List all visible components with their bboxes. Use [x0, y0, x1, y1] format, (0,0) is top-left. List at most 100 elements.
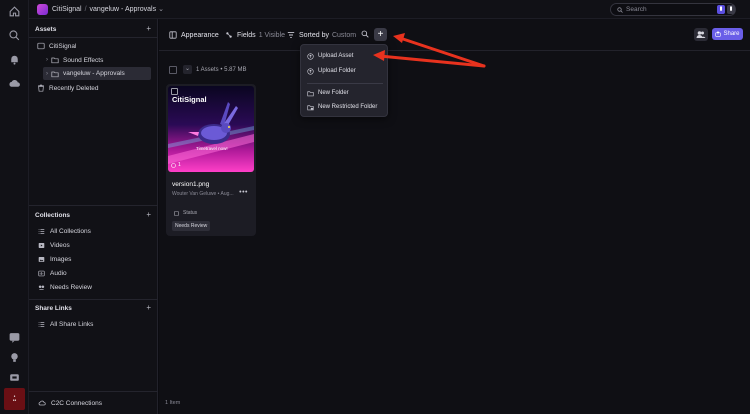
sort-button[interactable]: Sorted by Custom [287, 31, 356, 39]
asset-card[interactable]: CitiSignal Timetravel now! 1 version1.pn… [166, 84, 256, 236]
cloud-icon [38, 399, 46, 407]
search-placeholder: Search [626, 6, 647, 13]
asset-summary: 1 Assets • 5.87 MB [196, 66, 247, 73]
assets-heading: Assets [35, 26, 57, 33]
comment-count-value: 1 [178, 162, 181, 168]
c2c-connections[interactable]: C2C Connections [38, 399, 102, 407]
apps-icon[interactable] [8, 371, 21, 384]
status-label: Status [183, 210, 198, 216]
chevron-down-icon[interactable]: ⌄ [158, 6, 164, 13]
collection-item-needs-review[interactable]: Needs Review [38, 282, 92, 293]
asset-select-checkbox[interactable] [171, 88, 178, 95]
list-icon [38, 228, 45, 235]
breadcrumb-workspace[interactable]: CitiSignal [52, 6, 82, 13]
add-collection-icon[interactable]: + [146, 210, 151, 219]
more-options-icon[interactable]: ••• [239, 189, 248, 196]
collection-item-audio[interactable]: Audio [38, 268, 67, 279]
search-icon [617, 7, 623, 13]
comment-icon [171, 162, 176, 168]
tree-item-label: CitiSignal [49, 42, 77, 50]
appearance-label: Appearance [181, 31, 219, 39]
menu-divider [307, 83, 383, 84]
toolbar-divider [159, 50, 750, 51]
upload-icon [715, 31, 722, 37]
tree-item-label: vangeluw - Approvals [63, 70, 125, 77]
sort-value: Custom [331, 31, 357, 39]
lightbulb-icon[interactable] [8, 351, 21, 364]
tree-item-citisignal[interactable]: CitiSignal [37, 40, 154, 52]
divider [29, 391, 158, 392]
share-links-heading: Share Links [35, 305, 72, 312]
menu-item-label: New Restricted Folder [318, 104, 378, 110]
fields-label: Fields [237, 31, 256, 39]
status-badge[interactable]: Needs Review [172, 221, 211, 231]
menu-item-new-restricted-folder[interactable]: New Restricted Folder [307, 102, 377, 112]
folder-icon [51, 56, 59, 64]
menu-item-upload-folder[interactable]: Upload Folder [307, 66, 356, 76]
chevron-right-icon[interactable]: › [43, 71, 51, 77]
share-button[interactable]: Share [712, 28, 743, 40]
search-assets-icon[interactable] [361, 30, 369, 38]
add-button[interactable]: + [374, 28, 387, 41]
theme-toggle-icon[interactable]: ▮ [727, 5, 735, 14]
list-icon [38, 321, 45, 328]
sort-icon [287, 31, 295, 39]
sidebar: Assets + CitiSignal › Sound Effects › va… [29, 19, 158, 414]
bell-icon[interactable] [8, 53, 21, 66]
trash-icon [37, 84, 45, 92]
chevron-right-icon[interactable]: › [43, 57, 51, 63]
add-share-link-icon[interactable]: + [146, 303, 151, 312]
divider [29, 37, 158, 38]
menu-item-new-folder[interactable]: New Folder [307, 88, 349, 98]
workspace-logo-icon[interactable] [37, 4, 48, 15]
user-avatar[interactable]: ● ●● [4, 388, 25, 410]
comment-count[interactable]: 1 [171, 162, 181, 168]
appearance-button[interactable]: Appearance [169, 31, 219, 39]
breadcrumb: CitiSignal / vangeluw - Approvals ⌄ [52, 5, 164, 13]
add-asset-icon[interactable]: + [146, 24, 151, 33]
menu-item-upload-asset[interactable]: Upload Asset [307, 51, 353, 61]
cloud-upload-icon[interactable] [8, 77, 21, 90]
asset-thumbnail[interactable]: CitiSignal Timetravel now! 1 [168, 86, 254, 172]
home-icon[interactable] [8, 5, 21, 18]
status-icon [174, 210, 179, 216]
upload-icon [307, 52, 314, 60]
breadcrumb-separator: / [84, 6, 87, 13]
search-icon[interactable] [8, 29, 21, 42]
collections-heading: Collections [35, 212, 71, 219]
collection-item-videos[interactable]: Videos [38, 240, 70, 251]
sort-label: Sorted by [299, 31, 329, 39]
tree-item-approvals[interactable]: › vangeluw - Approvals [43, 67, 151, 80]
lock-folder-icon [307, 104, 314, 111]
menu-item-label: Upload Asset [318, 53, 354, 59]
fields-icon [225, 31, 233, 39]
main-content: Appearance Fields 1 Visible Sorted by Cust… [159, 19, 750, 414]
collection-label: Images [50, 256, 72, 263]
folder-icon [307, 90, 314, 97]
tree-item-sound-effects[interactable]: › Sound Effects [43, 54, 152, 66]
status-field: Status [174, 210, 197, 216]
fields-visible-count: 1 Visible [258, 31, 286, 39]
folder-icon [51, 70, 59, 78]
review-icon [38, 284, 45, 291]
share-link-item-all[interactable]: All Share Links [38, 319, 93, 330]
help-icon[interactable] [8, 331, 21, 344]
item-count: 1 Item [165, 400, 181, 406]
collection-item-all[interactable]: All Collections [38, 226, 91, 237]
collection-item-images[interactable]: Images [38, 254, 71, 265]
tree-item-label: Recently Deleted [49, 84, 99, 92]
fields-button[interactable]: Fields 1 Visible [225, 31, 285, 39]
menu-item-label: New Folder [318, 90, 349, 96]
collaborators-icon[interactable] [694, 28, 708, 41]
tree-item-recently-deleted[interactable]: Recently Deleted [37, 82, 154, 94]
divider [29, 205, 158, 206]
select-all-checkbox[interactable] [169, 65, 177, 74]
collection-label: Videos [50, 242, 70, 249]
collection-label: Needs Review [50, 284, 92, 291]
breadcrumb-project[interactable]: vangeluw - Approvals [90, 6, 157, 13]
asset-filename[interactable]: version1.png [172, 181, 209, 188]
layout-icon [169, 31, 177, 39]
chevron-down-icon[interactable]: ⌄ [183, 65, 192, 74]
panel-toggle-icon[interactable]: ▮ [717, 5, 725, 14]
menu-item-label: Upload Folder [318, 68, 356, 74]
